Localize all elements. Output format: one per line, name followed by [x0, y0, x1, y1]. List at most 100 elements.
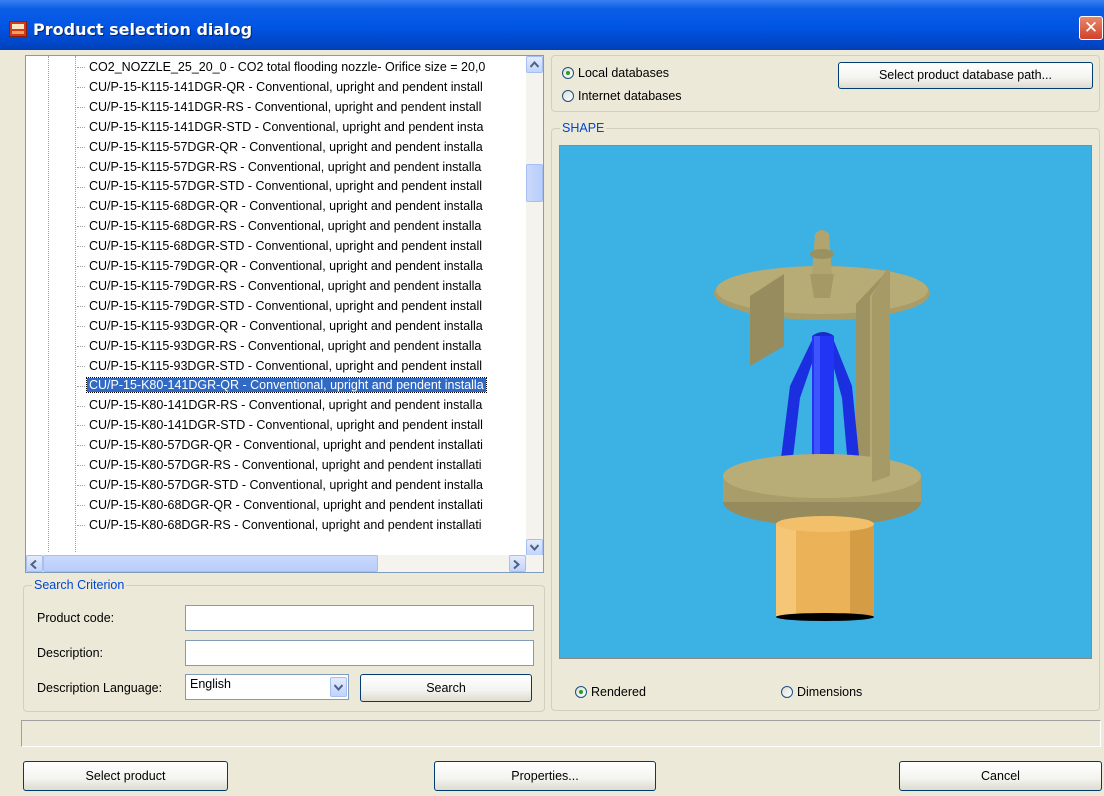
chevron-down-icon[interactable]: [330, 677, 347, 697]
radio-unselected-icon: [781, 686, 793, 698]
tree-item-label: CU/P-15-K80-68DGR-QR - Conventional, upr…: [89, 497, 483, 512]
tree-item[interactable]: CU/P-15-K80-68DGR-RS - Conventional, upr…: [77, 516, 527, 536]
description-input[interactable]: [185, 640, 534, 666]
tree-item[interactable]: CU/P-15-K115-141DGR-QR - Conventional, u…: [77, 78, 527, 98]
language-select-value: English: [190, 677, 231, 691]
select-database-path-button[interactable]: Select product database path...: [838, 62, 1093, 89]
tree-item[interactable]: CU/P-15-K80-57DGR-QR - Conventional, upr…: [77, 436, 527, 456]
close-icon[interactable]: ✕: [1079, 16, 1103, 40]
tree-item-label: CU/P-15-K115-79DGR-RS - Conventional, up…: [89, 278, 482, 293]
tree-connector: [77, 286, 85, 288]
title-bar[interactable]: Product selection dialog ✕: [0, 0, 1104, 50]
search-criterion-legend: Search Criterion: [32, 578, 127, 592]
tree-item[interactable]: CU/P-15-K115-57DGR-QR - Conventional, up…: [77, 138, 527, 158]
tree-item[interactable]: CO2_NOZZLE_25_20_0 - CO2 total flooding …: [77, 58, 527, 78]
rendered-radio[interactable]: Rendered: [575, 685, 646, 699]
language-select[interactable]: English: [185, 674, 349, 700]
tree-item[interactable]: CU/P-15-K115-141DGR-RS - Conventional, u…: [77, 98, 527, 118]
radio-unselected-icon: [562, 90, 574, 102]
tree-item[interactable]: CU/P-15-K115-68DGR-QR - Conventional, up…: [77, 197, 527, 217]
cancel-button[interactable]: Cancel: [899, 761, 1102, 791]
tree-item-label: CU/P-15-K115-141DGR-QR - Conventional, u…: [89, 79, 483, 94]
product-tree[interactable]: CO2_NOZZLE_25_20_0 - CO2 total flooding …: [25, 55, 544, 573]
horizontal-scroll-thumb[interactable]: [43, 555, 378, 572]
tree-item[interactable]: CU/P-15-K115-79DGR-STD - Conventional, u…: [77, 297, 527, 317]
tree-connector: [77, 146, 85, 148]
tree-item[interactable]: CU/P-15-K115-68DGR-RS - Conventional, up…: [77, 217, 527, 237]
tree-connector: [77, 67, 85, 69]
tree-item-label: CU/P-15-K115-79DGR-QR - Conventional, up…: [89, 259, 483, 273]
tree-item-label: CU/P-15-K115-141DGR-STD - Conventional, …: [89, 119, 484, 134]
tree-item-label: CU/P-15-K80-141DGR-STD - Conventional, u…: [89, 418, 483, 433]
properties-button[interactable]: Properties...: [434, 761, 656, 791]
tree-line: [48, 56, 49, 552]
tree-item-label: CO2_NOZZLE_25_20_0 - CO2 total flooding …: [89, 60, 486, 74]
tree-item[interactable]: CU/P-15-K115-93DGR-QR - Conventional, up…: [77, 317, 527, 337]
dimensions-radio[interactable]: Dimensions: [781, 685, 862, 699]
description-label: Description:: [37, 646, 103, 660]
tree-connector: [77, 306, 85, 307]
tree-item[interactable]: CU/P-15-K115-57DGR-RS - Conventional, up…: [77, 158, 527, 178]
tree-item[interactable]: CU/P-15-K115-93DGR-RS - Conventional, up…: [77, 337, 527, 357]
dimensions-label: Dimensions: [797, 685, 863, 699]
select-product-button[interactable]: Select product: [23, 761, 228, 791]
tree-item-label: CU/P-15-K80-57DGR-RS - Conventional, upr…: [89, 458, 482, 472]
vertical-scrollbar[interactable]: [526, 56, 543, 556]
tree-item[interactable]: CU/P-15-K115-141DGR-STD - Conventional, …: [77, 118, 527, 138]
tree-item-label: CU/P-15-K80-141DGR-QR - Conventional, up…: [86, 377, 487, 394]
tree-item-label: CU/P-15-K80-57DGR-STD - Conventional, up…: [89, 477, 483, 492]
tree-item[interactable]: CU/P-15-K80-68DGR-QR - Conventional, upr…: [77, 496, 527, 516]
tree-item-label: CU/P-15-K115-57DGR-RS - Conventional, up…: [89, 159, 482, 174]
tree-connector: [77, 365, 85, 367]
status-bar: [21, 720, 1101, 747]
internet-databases-radio[interactable]: Internet databases: [562, 89, 682, 103]
tree-item-label: CU/P-15-K115-93DGR-RS - Conventional, up…: [89, 338, 482, 353]
tree-item[interactable]: CU/P-15-K80-141DGR-QR - Conventional, up…: [77, 376, 527, 396]
tree-item[interactable]: CU/P-15-K115-79DGR-QR - Conventional, up…: [77, 257, 527, 277]
tree-line: [75, 56, 76, 552]
tree-item[interactable]: CU/P-15-K115-68DGR-STD - Conventional, u…: [77, 237, 527, 257]
tree-connector: [77, 107, 85, 108]
tree-connector: [77, 465, 85, 467]
tree-connector: [77, 405, 85, 407]
tree-item-label: CU/P-15-K115-68DGR-QR - Conventional, up…: [89, 199, 483, 214]
radio-selected-icon: [575, 686, 587, 698]
tree-connector: [77, 87, 85, 89]
tree-connector: [77, 425, 85, 427]
tree-connector: [77, 524, 85, 526]
tree-connector: [77, 206, 85, 208]
tree-item-label: CU/P-15-K80-68DGR-RS - Conventional, upr…: [89, 517, 482, 532]
tree-item[interactable]: CU/P-15-K115-57DGR-STD - Conventional, u…: [77, 177, 527, 197]
tree-connector: [77, 246, 85, 248]
tree-item-label: CU/P-15-K115-93DGR-QR - Conventional, up…: [89, 318, 483, 333]
local-databases-radio[interactable]: Local databases: [562, 66, 669, 80]
scroll-up-icon[interactable]: [526, 56, 543, 73]
shape-3d-viewport[interactable]: [559, 145, 1092, 659]
vertical-scroll-thumb[interactable]: [526, 164, 543, 202]
horizontal-scrollbar[interactable]: [26, 555, 543, 572]
tree-connector: [77, 445, 85, 447]
tree-item-label: CU/P-15-K115-57DGR-STD - Conventional, u…: [89, 179, 483, 194]
tree-item-label: CU/P-15-K115-141DGR-RS - Conventional, u…: [89, 99, 482, 114]
tree-item[interactable]: CU/P-15-K80-57DGR-STD - Conventional, up…: [77, 476, 527, 496]
tree-connector: [77, 505, 85, 506]
product-code-input[interactable]: [185, 605, 534, 631]
tree-connector: [77, 345, 85, 347]
tree-item[interactable]: CU/P-15-K115-79DGR-RS - Conventional, up…: [77, 277, 527, 297]
scroll-left-icon[interactable]: [26, 555, 43, 572]
scroll-right-icon[interactable]: [509, 555, 526, 572]
product-code-label: Product code:: [37, 611, 115, 625]
tree-connector: [77, 226, 85, 228]
tree-item-label: CU/P-15-K80-141DGR-RS - Conventional, up…: [89, 398, 483, 413]
shape-legend: SHAPE: [560, 121, 607, 135]
window-title: Product selection dialog: [33, 20, 253, 39]
tree-item[interactable]: CU/P-15-K115-93DGR-STD - Conventional, u…: [77, 357, 527, 377]
tree-item[interactable]: CU/P-15-K80-141DGR-RS - Conventional, up…: [77, 396, 527, 416]
tree-item[interactable]: CU/P-15-K80-141DGR-STD - Conventional, u…: [77, 416, 527, 436]
tree-item[interactable]: CU/P-15-K80-57DGR-RS - Conventional, upr…: [77, 456, 527, 476]
scroll-down-icon[interactable]: [526, 539, 543, 556]
tree-connector: [77, 266, 85, 268]
tree-item-label: CU/P-15-K115-68DGR-RS - Conventional, up…: [89, 219, 482, 234]
search-button[interactable]: Search: [360, 674, 532, 702]
description-language-label: Description Language:: [37, 681, 163, 695]
